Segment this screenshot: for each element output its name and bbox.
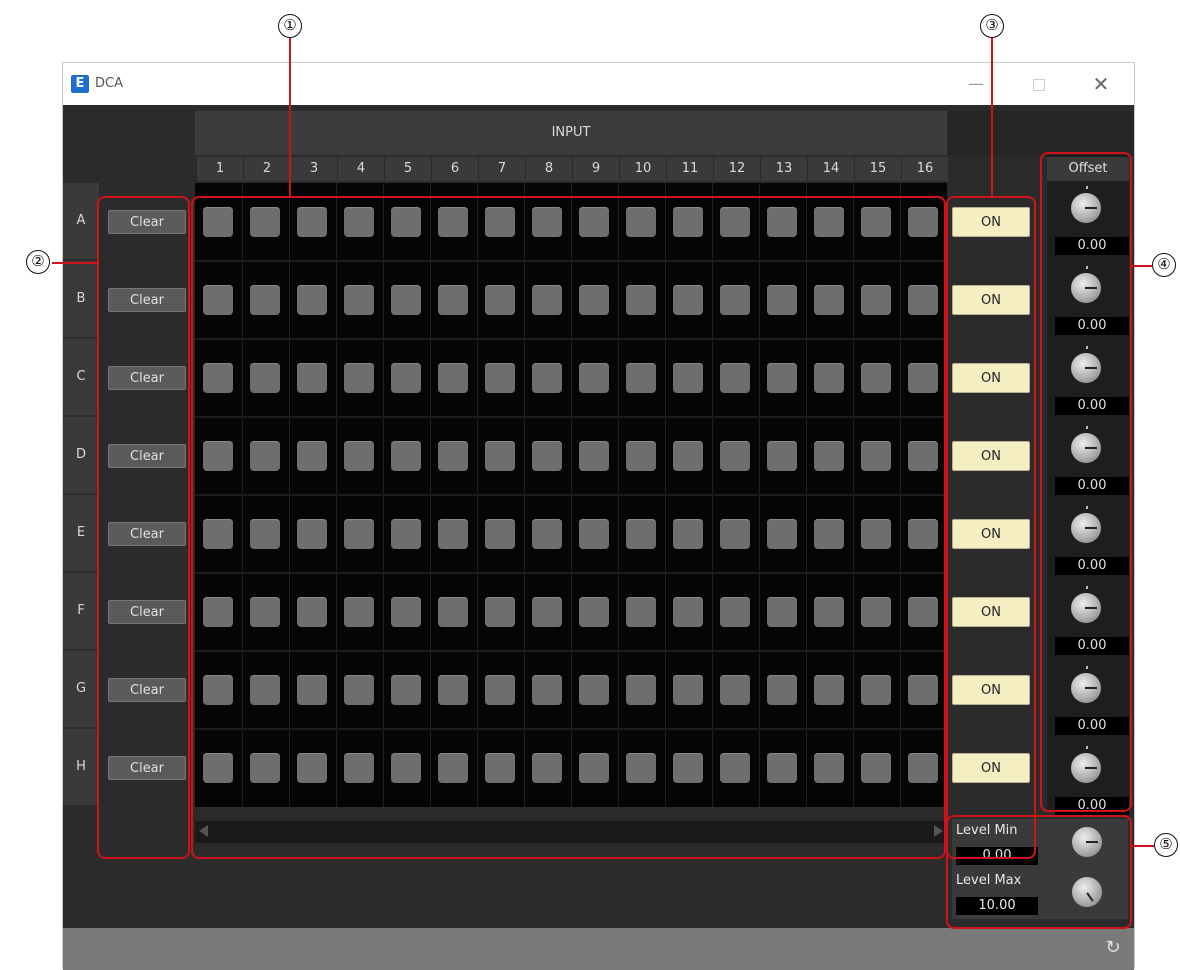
- maximize-icon: [1033, 78, 1045, 91]
- callout-2: ②: [26, 250, 50, 274]
- row-label: D: [63, 417, 99, 493]
- column-number: 11: [667, 157, 713, 181]
- column-number: 5: [385, 157, 431, 181]
- close-button[interactable]: ✕: [1083, 71, 1119, 97]
- column-number: 7: [479, 157, 525, 181]
- column-number: 14: [808, 157, 854, 181]
- annotation-box-offset: [1040, 152, 1132, 812]
- column-number: 9: [573, 157, 619, 181]
- row-label: H: [63, 729, 99, 805]
- callout-line-2: [52, 262, 97, 264]
- input-header: INPUT: [195, 111, 947, 155]
- column-number: 16: [902, 157, 948, 181]
- column-number: 10: [620, 157, 666, 181]
- row-label: G: [63, 651, 99, 727]
- callout-line-1: [289, 38, 291, 196]
- status-bar: ↻: [63, 928, 1134, 970]
- column-number: 8: [526, 157, 572, 181]
- title-bar: E DCA — ✕: [63, 63, 1134, 105]
- column-number: 4: [338, 157, 384, 181]
- app-logo-icon: E: [71, 75, 89, 93]
- callout-4: ④: [1152, 253, 1176, 277]
- maximize-button[interactable]: [1021, 71, 1057, 97]
- column-number: 12: [714, 157, 760, 181]
- annotation-box-matrix: [191, 196, 946, 859]
- column-number: 15: [855, 157, 901, 181]
- refresh-icon[interactable]: ↻: [1103, 938, 1123, 958]
- right-header-area: [947, 111, 1134, 155]
- column-number: 3: [291, 157, 337, 181]
- row-label: C: [63, 339, 99, 415]
- callout-line-3: [991, 38, 993, 196]
- callout-line-4: [1132, 265, 1152, 267]
- callout-line-5: [1132, 845, 1154, 847]
- row-label: E: [63, 495, 99, 571]
- window-title: DCA: [95, 76, 123, 91]
- annotation-box-clear: [97, 196, 190, 859]
- column-number: 2: [244, 157, 290, 181]
- annotation-box-level: [946, 815, 1132, 929]
- column-number: 1: [197, 157, 243, 181]
- row-label: A: [63, 183, 99, 259]
- callout-3: ③: [980, 14, 1004, 38]
- row-label: F: [63, 573, 99, 649]
- minimize-button[interactable]: —: [958, 71, 994, 97]
- row-label: B: [63, 261, 99, 337]
- column-number: 6: [432, 157, 478, 181]
- callout-1: ①: [278, 14, 302, 38]
- callout-5: ⑤: [1154, 833, 1178, 857]
- column-number: 13: [761, 157, 807, 181]
- annotation-box-on: [946, 196, 1036, 859]
